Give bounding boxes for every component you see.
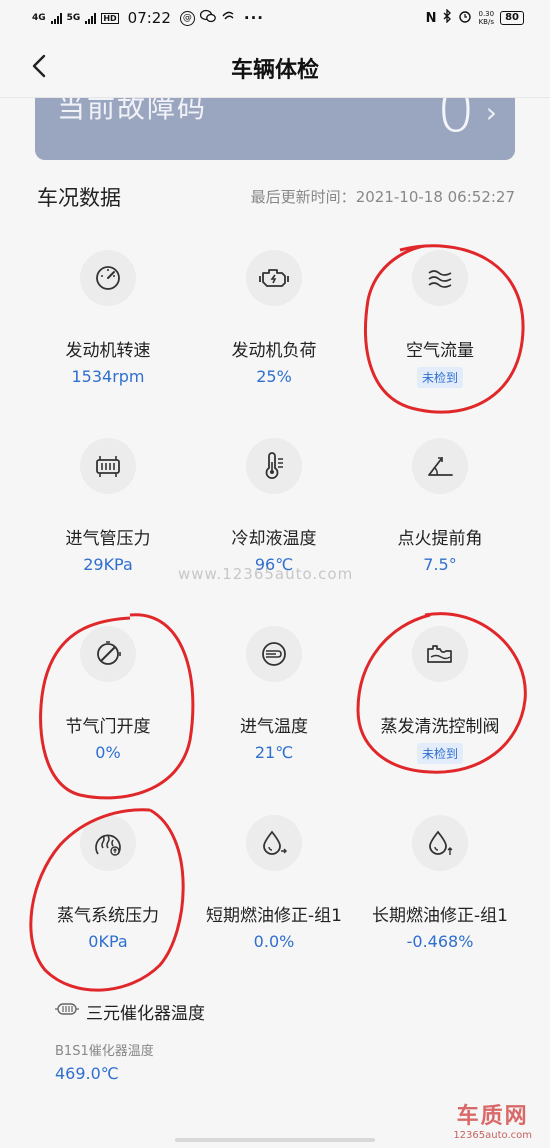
metric-value: 0KPa bbox=[88, 932, 128, 951]
brand-name: 车质网 bbox=[456, 1104, 529, 1129]
clock: 07:22 bbox=[127, 9, 171, 27]
metric-ignition-advance[interactable]: 点火提前角 7.5° bbox=[357, 438, 523, 618]
metric-label: 短期燃油修正-组1 bbox=[206, 906, 342, 926]
vehicle-check-screen: 4G 5G HD 07:22 @ ··· N 0.30 KB/s 80 车辆体检… bbox=[0, 0, 550, 1148]
last-update: 最后更新时间：2021-10-18 06:52:27 bbox=[251, 186, 515, 207]
metric-value: 21℃ bbox=[254, 743, 294, 762]
app-notification-icon: @ bbox=[179, 10, 195, 26]
page-title: 车辆体检 bbox=[230, 58, 319, 83]
metric-air-flow[interactable]: 空气流量 未检到 bbox=[357, 250, 523, 430]
metric-value: 1534rpm bbox=[71, 367, 145, 386]
bluetooth-icon bbox=[442, 8, 452, 27]
fault-code-label: 当前故障码 bbox=[57, 98, 208, 124]
metric-label: 长期燃油修正-组1 bbox=[372, 906, 508, 926]
catalyst-sensor-value: 469.0℃ bbox=[55, 1064, 119, 1083]
telecom-icon bbox=[221, 9, 235, 27]
chevron-right-icon: › bbox=[485, 98, 497, 129]
metric-intake-air-temperature[interactable]: 进气温度 21℃ bbox=[191, 626, 357, 806]
fuel-drop-up-icon bbox=[412, 815, 468, 871]
catalyst-icon bbox=[55, 1000, 79, 1018]
speedometer-icon bbox=[80, 250, 136, 306]
metric-value: 7.5° bbox=[423, 555, 457, 574]
network-5g-indicator: 5G bbox=[66, 12, 81, 23]
manifold-icon bbox=[80, 438, 136, 494]
more-notifications-icon: ··· bbox=[243, 9, 264, 27]
intake-temp-icon bbox=[246, 626, 302, 682]
metric-evap-purge-valve[interactable]: 蒸发清洗控制阀 未检到 bbox=[357, 626, 523, 806]
hd-voice-icon: HD bbox=[101, 12, 119, 24]
metric-coolant-temperature[interactable]: 冷却液温度 96℃ bbox=[191, 438, 357, 618]
catalyst-sensor-label: B1S1催化器温度 bbox=[55, 1044, 154, 1059]
metric-value: 0.0% bbox=[253, 932, 295, 951]
coolant-thermometer-icon bbox=[246, 438, 302, 494]
metric-value: -0.468% bbox=[406, 932, 474, 951]
not-detected-badge: 未检到 bbox=[416, 367, 464, 388]
metric-short-term-fuel-trim[interactable]: 短期燃油修正-组1 0.0% bbox=[191, 815, 357, 995]
ignition-angle-icon bbox=[412, 438, 468, 494]
network-speed-unit: KB/s bbox=[478, 18, 494, 26]
wechat-icon bbox=[199, 9, 216, 27]
watermark: www.12365auto.com bbox=[178, 565, 354, 583]
brand-watermark: 车质网 12365auto.com bbox=[453, 1098, 532, 1141]
metric-value: 25% bbox=[256, 367, 292, 386]
metric-engine-rpm[interactable]: 发动机转速 1534rpm bbox=[25, 250, 191, 430]
airflow-icon bbox=[412, 250, 468, 306]
battery-icon: 80 bbox=[500, 11, 524, 25]
metric-intake-manifold-pressure[interactable]: 进气管压力 29KPa bbox=[25, 438, 191, 618]
app-header: 车辆体检 bbox=[0, 38, 550, 98]
fuel-drop-icon bbox=[246, 815, 302, 871]
metric-label: 蒸发清洗控制阀 bbox=[380, 717, 500, 737]
not-detected-badge: 未检到 bbox=[416, 743, 464, 764]
catalyst-title: 三元催化器温度 bbox=[86, 1004, 205, 1024]
metric-label: 蒸气系统压力 bbox=[57, 906, 159, 926]
metric-label: 进气温度 bbox=[240, 717, 308, 737]
signal-icon bbox=[50, 12, 62, 24]
network-4g-indicator: 4G bbox=[32, 12, 46, 23]
metric-label: 点火提前角 bbox=[397, 529, 483, 549]
fault-code-count: 0 bbox=[436, 98, 475, 146]
metric-engine-load[interactable]: 发动机负荷 25% bbox=[191, 250, 357, 430]
metric-label: 发动机转速 bbox=[65, 341, 151, 361]
metric-label: 空气流量 bbox=[406, 341, 474, 361]
alarm-clock-icon bbox=[458, 9, 472, 27]
metric-value: 0% bbox=[95, 743, 121, 762]
engine-icon bbox=[246, 250, 302, 306]
last-update-time: 2021-10-18 06:52:27 bbox=[355, 188, 515, 206]
last-update-label: 最后更新时间： bbox=[250, 188, 356, 206]
throttle-icon bbox=[80, 626, 136, 682]
metric-label: 发动机负荷 bbox=[231, 341, 317, 361]
nfc-icon: N bbox=[425, 10, 437, 26]
fault-code-card[interactable]: 当前故障码 0 › bbox=[35, 98, 515, 160]
network-speed-value: 0.30 bbox=[478, 10, 495, 18]
brand-url: 12365auto.com bbox=[453, 1130, 532, 1141]
metric-label: 进气管压力 bbox=[65, 529, 151, 549]
network-speed: 0.30 KB/s bbox=[478, 10, 494, 26]
metric-vapor-system-pressure[interactable]: 蒸气系统压力 0KPa bbox=[25, 815, 191, 995]
gesture-bar bbox=[175, 1138, 375, 1142]
metric-long-term-fuel-trim[interactable]: 长期燃油修正-组1 -0.468% bbox=[357, 815, 523, 995]
metric-label: 节气门开度 bbox=[65, 717, 151, 737]
signal-icon bbox=[85, 12, 97, 24]
metric-value: 29KPa bbox=[83, 555, 133, 574]
evap-purge-icon bbox=[412, 626, 468, 682]
vapor-pressure-icon bbox=[80, 815, 136, 871]
section-title: 车况数据 bbox=[37, 186, 121, 210]
metric-label: 冷却液温度 bbox=[231, 529, 317, 549]
status-bar: 4G 5G HD 07:22 @ ··· N 0.30 KB/s 80 bbox=[0, 0, 550, 38]
metric-throttle-position[interactable]: 节气门开度 0% bbox=[25, 626, 191, 806]
